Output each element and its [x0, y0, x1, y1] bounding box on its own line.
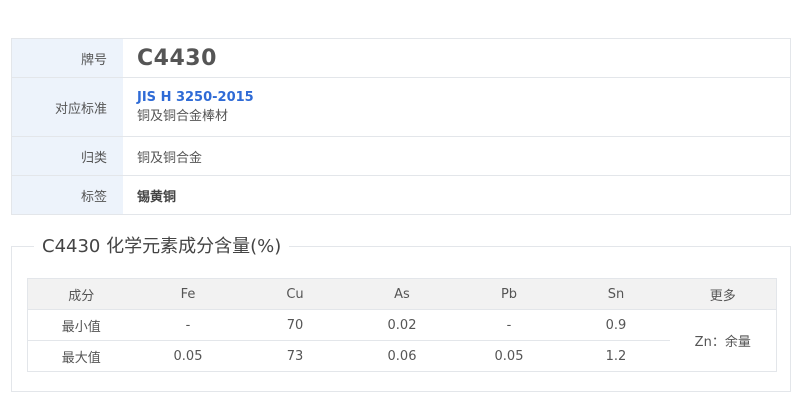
composition-header-row: 成分 Fe Cu As Pb Sn 更多: [27, 278, 777, 310]
cell-max-as: 0.06: [387, 348, 417, 364]
cell-min-sn: 0.9: [562, 309, 670, 341]
cell-min-as: 0.02: [348, 309, 456, 341]
category-label: 归类: [12, 137, 123, 175]
row-label-min: 最小值: [27, 309, 135, 341]
brand-value: C4430: [137, 45, 217, 71]
header-more: 更多: [669, 278, 777, 310]
material-info-table: 牌号 C4430 对应标准 JIS H 3250-2015 铜及铜合金棒材 归类…: [11, 38, 791, 215]
brand-row: 牌号 C4430: [12, 39, 790, 78]
cell-max-pb: 0.05: [494, 348, 524, 364]
cell-min-cu: 70: [241, 309, 349, 341]
standard-row: 对应标准 JIS H 3250-2015 铜及铜合金棒材: [12, 78, 790, 137]
header-sn: Sn: [562, 278, 670, 310]
standard-link[interactable]: JIS H 3250-2015: [137, 88, 790, 107]
tag-value[interactable]: 锡黄铜: [137, 186, 790, 205]
cell-max-cu: 73: [286, 348, 304, 364]
cell-max-sn: 1.2: [605, 348, 627, 364]
table-row: 最小值 - 70 0.02 - 0.9 Zn：余量: [27, 309, 777, 372]
composition-section: C4430 化学元素成分含量(%) 成分 Fe Cu As Pb Sn 更多 最…: [11, 235, 791, 392]
cell-min-pb: -: [455, 309, 563, 341]
cell-max-fe: 0.05: [173, 348, 203, 364]
brand-label: 牌号: [12, 39, 123, 77]
composition-table: 成分 Fe Cu As Pb Sn 更多 最小值 - 70 0.02 - 0.9…: [27, 278, 777, 372]
standard-label: 对应标准: [12, 78, 123, 136]
header-pb: Pb: [455, 278, 563, 310]
category-value: 铜及铜合金: [137, 150, 203, 166]
header-component: 成分: [27, 278, 135, 310]
table-row: 最大值 0.05 73 0.06 0.05 1.2: [28, 341, 777, 372]
row-label-max: 最大值: [61, 350, 101, 366]
composition-title: C4430 化学元素成分含量(%): [34, 235, 290, 259]
category-row: 归类 铜及铜合金: [12, 137, 790, 176]
cell-min-fe: -: [134, 309, 242, 341]
tag-row: 标签 锡黄铜: [12, 176, 790, 214]
header-cu: Cu: [241, 278, 349, 310]
standard-description: 铜及铜合金棒材: [137, 109, 229, 124]
header-as: As: [348, 278, 456, 310]
cell-more: Zn：余量: [669, 309, 777, 372]
tag-label: 标签: [12, 176, 123, 214]
header-fe: Fe: [134, 278, 242, 310]
